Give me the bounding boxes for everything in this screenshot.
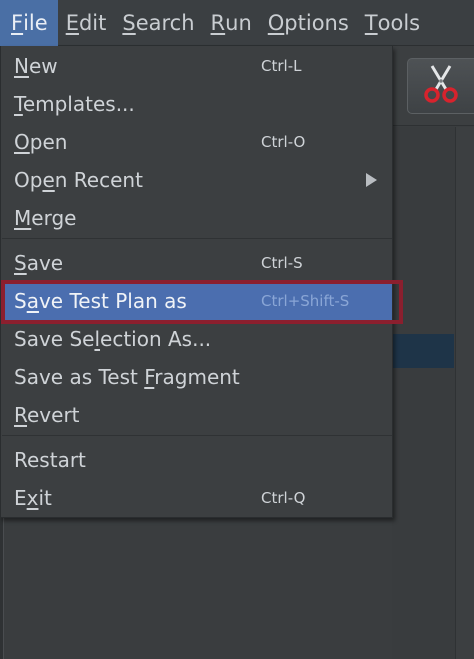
menu-item-label: Save Selection As... — [14, 327, 212, 351]
menu-file[interactable]: File — [0, 0, 58, 46]
menu-separator — [2, 435, 392, 436]
menu-item-label: Open — [14, 130, 68, 154]
mnemonic: O — [267, 10, 285, 35]
menu-item-open[interactable]: Open Ctrl-O — [1, 123, 392, 161]
selected-tree-row[interactable] — [392, 334, 454, 368]
shortcut-label: Ctrl+Shift-S — [261, 292, 350, 310]
menu-item-label: Open Recent — [14, 168, 143, 192]
menu-bar: File Edit Search Run Options Tools — [0, 0, 474, 46]
left-border — [0, 518, 4, 659]
menu-run[interactable]: Run — [203, 0, 260, 46]
panel-splitter[interactable] — [455, 127, 474, 659]
menu-item-label: Save — [14, 251, 64, 275]
menu-item-label: New — [14, 54, 58, 78]
menu-item-label: Exit — [14, 486, 52, 510]
menu-item-revert[interactable]: Revert — [1, 396, 392, 434]
menu-search[interactable]: Search — [114, 0, 202, 46]
menu-item-save-test-plan-as[interactable]: Save Test Plan as Ctrl+Shift-S — [1, 282, 392, 320]
shortcut-label: Ctrl-S — [261, 254, 303, 272]
mnemonic: S — [122, 10, 136, 35]
left-panel — [0, 518, 392, 659]
menu-item-label: Restart — [14, 448, 86, 472]
file-menu-dropdown: New Ctrl-L Templates... Open Ctrl-O Open… — [0, 46, 393, 518]
menu-tools[interactable]: Tools — [357, 0, 428, 46]
menu-item-label: Merge — [14, 206, 77, 230]
menu-separator — [2, 238, 392, 239]
menu-item-open-recent[interactable]: Open Recent — [1, 161, 392, 199]
menu-item-merge[interactable]: Merge — [1, 199, 392, 237]
arrow-right-icon — [366, 173, 377, 187]
menu-item-exit[interactable]: Exit Ctrl-Q — [1, 479, 392, 517]
mnemonic: E — [65, 10, 79, 35]
menu-item-new[interactable]: New Ctrl-L — [1, 47, 392, 85]
menu-options[interactable]: Options — [260, 0, 357, 46]
menu-item-label: Save as Test Fragment — [14, 365, 240, 389]
menu-item-label: Templates... — [14, 92, 135, 116]
cut-button[interactable] — [407, 58, 474, 114]
menu-item-save-as-test-fragment[interactable]: Save as Test Fragment — [1, 358, 392, 396]
menu-item-save-selection-as[interactable]: Save Selection As... — [1, 320, 392, 358]
mnemonic: F — [11, 10, 24, 35]
menu-item-restart[interactable]: Restart — [1, 441, 392, 479]
scissors-icon — [423, 64, 459, 108]
mnemonic: T — [364, 10, 378, 35]
menu-item-templates[interactable]: Templates... — [1, 85, 392, 123]
shortcut-label: Ctrl-O — [261, 133, 306, 151]
menu-item-label: Revert — [14, 403, 80, 427]
menu-edit[interactable]: Edit — [58, 0, 115, 46]
menu-item-save[interactable]: Save Ctrl-S — [1, 244, 392, 282]
mnemonic: R — [210, 10, 226, 35]
shortcut-label: Ctrl-L — [261, 57, 302, 75]
shortcut-label: Ctrl-Q — [261, 489, 306, 507]
